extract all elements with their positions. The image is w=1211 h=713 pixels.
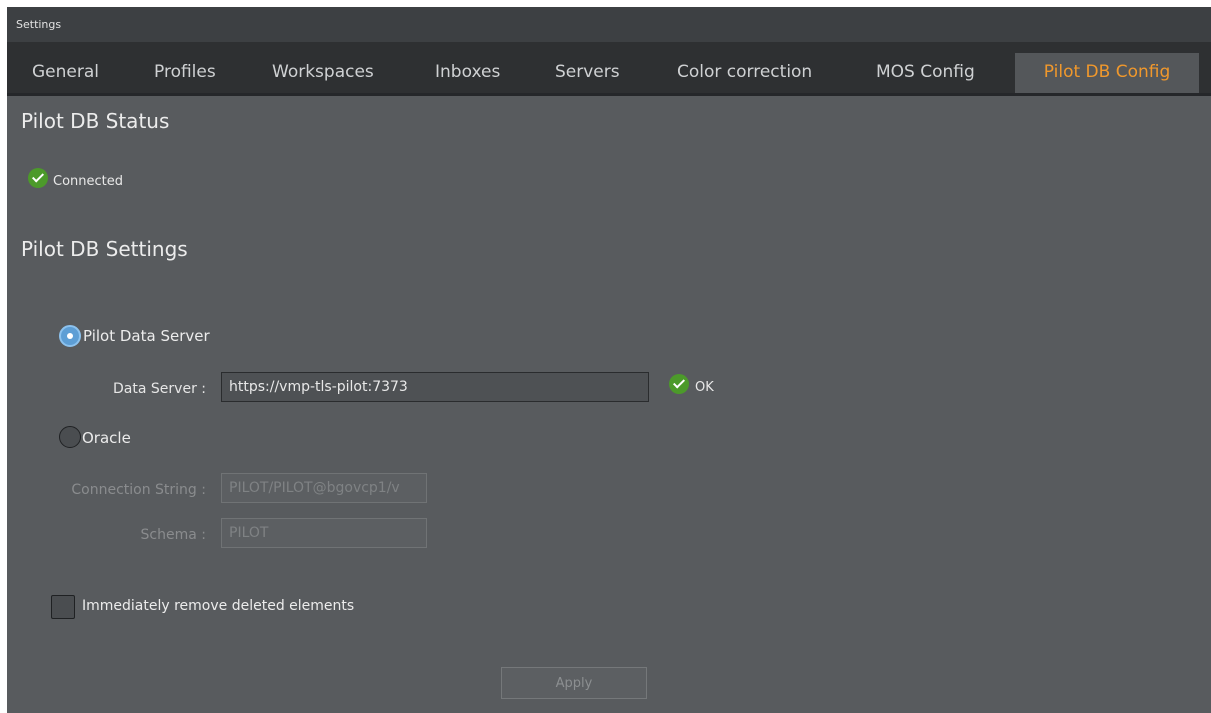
tab-bar: General Profiles Workspaces Inboxes Serv… — [7, 42, 1211, 96]
check-circle-icon — [28, 168, 48, 188]
tab-servers[interactable]: Servers — [555, 62, 620, 82]
remove-deleted-checkbox[interactable] — [51, 595, 75, 619]
window-title: Settings — [16, 18, 62, 31]
tab-general[interactable]: General — [32, 62, 99, 82]
tab-pilot-db-config[interactable]: Pilot DB Config — [1015, 53, 1199, 95]
schema-input[interactable] — [221, 518, 427, 548]
tab-inboxes[interactable]: Inboxes — [435, 62, 500, 82]
data-server-input[interactable] — [221, 372, 649, 402]
tab-mos-config[interactable]: MOS Config — [876, 62, 975, 82]
window-titlebar: Settings — [7, 7, 1211, 42]
tab-profiles[interactable]: Profiles — [154, 62, 216, 82]
oracle-label[interactable]: Oracle — [82, 429, 131, 447]
oracle-radio[interactable] — [59, 426, 81, 448]
tab-color-correction[interactable]: Color correction — [677, 62, 812, 82]
data-server-status-text: OK — [695, 380, 714, 395]
status-text: Connected — [53, 174, 124, 189]
remove-deleted-label[interactable]: Immediately remove deleted elements — [82, 598, 354, 614]
schema-label: Schema : — [140, 527, 206, 543]
connection-string-input[interactable] — [221, 473, 427, 503]
tab-workspaces[interactable]: Workspaces — [272, 62, 374, 82]
ok-check-icon — [669, 374, 689, 394]
settings-heading: Pilot DB Settings — [21, 237, 188, 261]
connection-string-label: Connection String : — [71, 482, 206, 498]
pilot-data-server-radio[interactable] — [59, 325, 81, 347]
tab-bar-divider — [7, 93, 1211, 96]
pilot-data-server-label[interactable]: Pilot Data Server — [83, 327, 210, 345]
settings-window: Settings General Profiles Workspaces Inb… — [7, 7, 1211, 713]
data-server-label: Data Server : — [113, 381, 206, 397]
status-heading: Pilot DB Status — [21, 109, 170, 133]
apply-button[interactable]: Apply — [501, 667, 647, 699]
